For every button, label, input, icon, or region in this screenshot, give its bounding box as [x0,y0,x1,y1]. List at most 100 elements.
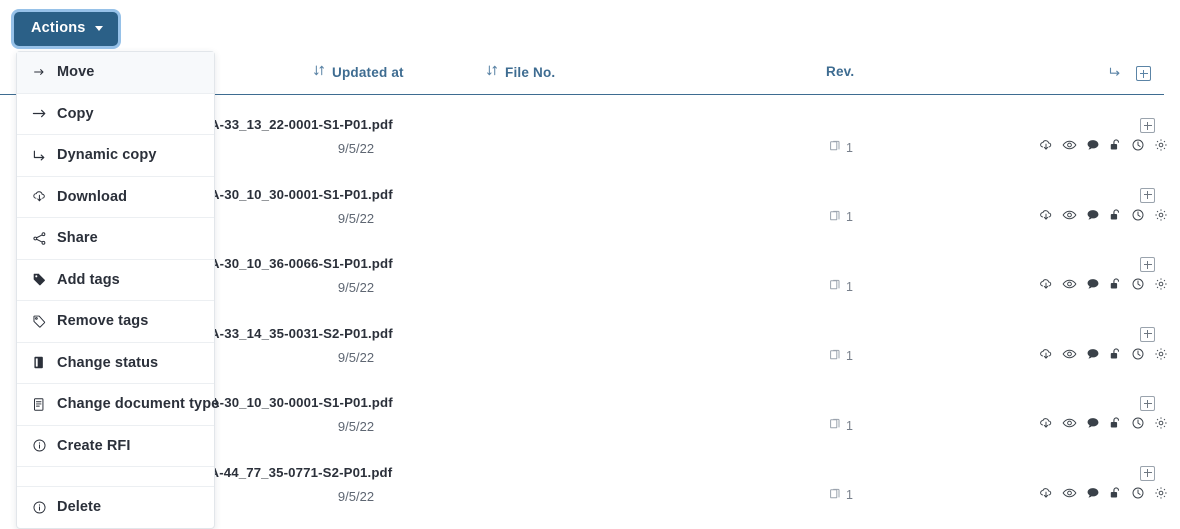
cloud-download-icon[interactable] [1039,208,1053,227]
pages-icon [830,210,841,225]
cell-rev: 1 [830,488,853,503]
unlock-icon[interactable] [1109,138,1122,157]
menu-item-add-tags[interactable]: Add tags [17,260,214,301]
unlock-icon[interactable] [1109,486,1122,505]
eye-icon[interactable] [1062,416,1077,435]
clock-history-icon[interactable] [1131,347,1145,366]
pages-icon [830,140,841,155]
pages-icon [830,349,841,364]
row-action-icons [1039,277,1168,296]
unlock-icon[interactable] [1109,416,1122,435]
arrow-right-icon [31,106,47,122]
tag-outline-icon [31,313,47,329]
add-icon[interactable] [1140,465,1155,481]
menu-item-move[interactable]: Move [17,52,214,94]
menu-item-label: Change status [57,354,159,371]
cloud-download-icon[interactable] [1039,347,1053,366]
eye-icon[interactable] [1062,277,1077,296]
row-expand-button[interactable] [1140,396,1155,416]
unlock-icon[interactable] [1109,208,1122,227]
cell-file-name[interactable]: A-33_13_22-0001-S1-P01.pdf [210,117,393,132]
column-header-rev[interactable]: Rev. [826,64,854,79]
menu-item-label: Add tags [57,271,120,288]
cloud-download-icon[interactable] [1039,416,1053,435]
unlock-icon[interactable] [1109,277,1122,296]
comment-filled-icon[interactable] [1086,486,1100,505]
cell-rev: 1 [830,279,853,294]
menu-divider [17,467,214,487]
row-action-icons [1039,347,1168,366]
gear-icon[interactable] [1154,416,1168,435]
menu-item-change-document-type[interactable]: Change document type [17,384,219,426]
gear-icon[interactable] [1154,138,1168,157]
cloud-download-icon [31,189,47,205]
row-expand-button[interactable] [1140,257,1155,277]
menu-item-label: Download [57,188,128,205]
menu-item-share[interactable]: Share [17,218,214,260]
menu-item-delete[interactable]: Delete [17,487,214,528]
row-action-icons [1039,138,1168,157]
pages-icon [830,279,841,294]
actions-button-label: Actions [31,20,86,36]
cloud-download-icon[interactable] [1039,138,1053,157]
row-expand-button[interactable] [1140,465,1155,486]
add-icon[interactable] [1140,187,1155,203]
add-icon[interactable] [1140,326,1155,342]
column-header-label: Updated at [332,64,404,80]
add-icon[interactable] [1140,396,1155,411]
comment-filled-icon[interactable] [1086,347,1100,366]
row-expand-button[interactable] [1140,187,1155,208]
cell-file-name[interactable]: A-30_10_30-0001-S1-P01.pdf [210,395,393,410]
eye-icon[interactable] [1062,138,1077,157]
clock-history-icon[interactable] [1131,486,1145,505]
cloud-download-icon[interactable] [1039,277,1053,296]
gear-icon[interactable] [1154,277,1168,296]
comment-filled-icon[interactable] [1086,208,1100,227]
eye-icon[interactable] [1062,347,1077,366]
menu-item-download[interactable]: Download [17,177,214,218]
sort-icon[interactable] [313,64,326,80]
row-expand-button[interactable] [1140,118,1155,138]
comment-filled-icon[interactable] [1086,277,1100,296]
column-header-label: Rev. [826,64,855,79]
clock-history-icon[interactable] [1131,416,1145,435]
menu-item-change-status[interactable]: Change status [17,343,214,384]
actions-dropdown-menu: Move Copy Dynamic copy Download Share Ad… [16,51,219,529]
menu-item-copy[interactable]: Copy [17,94,214,135]
comment-filled-icon[interactable] [1086,138,1100,157]
row-expand-button[interactable] [1140,326,1155,347]
pages-icon [830,418,841,433]
cell-file-name[interactable]: A-30_10_30-0001-S1-P01.pdf [210,187,393,202]
comment-filled-icon[interactable] [1086,416,1100,435]
cloud-download-icon[interactable] [1039,486,1053,505]
menu-item-dynamic-copy[interactable]: Dynamic copy [17,135,214,177]
cell-file-name[interactable]: A-30_10_36-0066-S1-P01.pdf [210,256,393,271]
arrow-turn-down-right-icon[interactable] [1108,65,1122,82]
menu-item-label: Share [57,230,98,246]
gear-icon[interactable] [1154,347,1168,366]
cell-file-name[interactable]: A-33_14_35-0031-S2-P01.pdf [210,326,393,341]
info-circle-icon [31,499,47,515]
menu-item-create-rfi[interactable]: Create RFI [17,426,214,467]
gear-icon[interactable] [1154,486,1168,505]
eye-icon[interactable] [1062,208,1077,227]
clock-history-icon[interactable] [1131,277,1145,296]
add-column-icon[interactable] [1136,66,1151,81]
column-header-file-no[interactable]: File No. [486,64,555,80]
actions-button[interactable]: Actions [14,12,118,46]
add-icon[interactable] [1140,257,1155,272]
clock-history-icon[interactable] [1131,138,1145,157]
sort-icon[interactable] [486,64,499,80]
arrow-turn-down-right-icon [31,147,47,163]
share-nodes-icon [31,230,47,246]
cell-rev-count: 1 [846,418,853,433]
menu-item-remove-tags[interactable]: Remove tags [17,301,214,343]
menu-item-label: Remove tags [57,313,149,329]
clock-history-icon[interactable] [1131,208,1145,227]
unlock-icon[interactable] [1109,347,1122,366]
cell-file-name[interactable]: -A-44_77_35-0771-S2-P01.pdf [205,465,392,480]
gear-icon[interactable] [1154,208,1168,227]
add-icon[interactable] [1140,118,1155,133]
column-header-updated-at[interactable]: Updated at [313,64,404,80]
eye-icon[interactable] [1062,486,1077,505]
